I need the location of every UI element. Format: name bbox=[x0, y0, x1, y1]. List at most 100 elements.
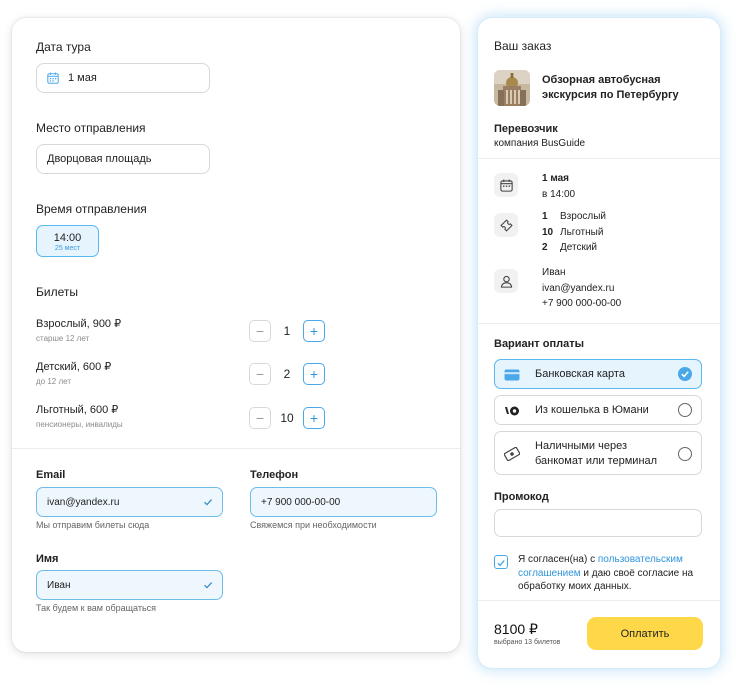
pay-button[interactable]: Оплатить bbox=[587, 617, 703, 650]
ticket-icon-box bbox=[494, 213, 518, 237]
tour-date-title: Дата тура bbox=[36, 40, 91, 54]
radio-unchecked[interactable] bbox=[678, 447, 692, 461]
check-icon bbox=[497, 560, 505, 567]
contact-email: ivan@yandex.ru bbox=[542, 282, 615, 294]
name-field[interactable]: Иван bbox=[36, 570, 223, 600]
tickets-selected-count: выбрано 13 билетов bbox=[494, 639, 561, 646]
ticket-type: Льготный bbox=[560, 226, 604, 238]
increment-button[interactable]: + bbox=[303, 363, 325, 385]
agreement-text: Я согласен(на) с пользовательским соглаш… bbox=[518, 553, 702, 594]
agree-checkbox[interactable] bbox=[494, 555, 508, 569]
user-icon bbox=[500, 275, 512, 288]
decrement-button[interactable]: − bbox=[249, 320, 271, 342]
quantity-value: 1 bbox=[283, 324, 291, 338]
increment-button[interactable]: + bbox=[303, 320, 325, 342]
order-date: 1 мая bbox=[542, 173, 570, 184]
name-hint: Так будем к вам обращаться bbox=[36, 603, 157, 613]
total-price: 8100 ₽ bbox=[494, 621, 538, 637]
booking-form-card: Дата тура 1 мая Место отправления Дворцо… bbox=[12, 18, 460, 652]
decrement-button[interactable]: − bbox=[249, 363, 271, 385]
child-quantity-stepper: − 2 + bbox=[249, 363, 325, 385]
adult-quantity-stepper: − 1 + bbox=[249, 320, 325, 342]
yoomoney-icon bbox=[505, 406, 519, 416]
payment-option-wallet[interactable]: Из кошелька в Юмани bbox=[494, 395, 702, 425]
ticket-icon bbox=[499, 218, 513, 232]
payment-option-label: Из кошелька в Юмани bbox=[535, 404, 649, 416]
time-slot-time: 14:00 bbox=[53, 232, 82, 244]
ticket-type: Взрослый bbox=[560, 211, 606, 222]
reduced-quantity-stepper: − 10 + bbox=[249, 407, 325, 429]
summary-divider bbox=[478, 323, 720, 324]
payment-option-label: Наличными через банкомат или терминал bbox=[535, 440, 658, 467]
tickets-title: Билеты bbox=[36, 285, 78, 299]
phone-hint: Свяжемся при необходимости bbox=[250, 520, 377, 530]
calendar-icon-box bbox=[494, 173, 518, 197]
tour-date-field[interactable]: 1 мая bbox=[36, 63, 210, 93]
decrement-button[interactable]: − bbox=[249, 407, 271, 429]
payment-option-card[interactable]: Банковская карта bbox=[494, 359, 702, 389]
phone-value: +7 900 000-00-00 bbox=[261, 496, 341, 508]
calendar-icon bbox=[47, 72, 59, 84]
ticket-note: до 12 лет bbox=[36, 377, 71, 386]
contact-name: Иван bbox=[542, 267, 566, 278]
tour-thumbnail bbox=[494, 70, 530, 106]
ticket-name: Взрослый, 900 ₽ bbox=[36, 318, 122, 330]
ticket-note: старше 12 лет bbox=[36, 334, 90, 343]
cash-icon bbox=[504, 447, 520, 461]
payment-title: Вариант оплаты bbox=[494, 338, 584, 350]
payment-option-cash[interactable]: Наличными через банкомат или терминал bbox=[494, 431, 702, 475]
radio-unchecked[interactable] bbox=[678, 403, 692, 417]
departure-place-field[interactable]: Дворцовая площадь bbox=[36, 144, 210, 174]
quantity-value: 2 bbox=[283, 367, 291, 381]
departure-time-title: Время отправления bbox=[36, 202, 147, 216]
radio-checked[interactable] bbox=[678, 367, 692, 381]
ticket-note: пенсионеры, инвалиды bbox=[36, 420, 123, 429]
carrier-title: Перевозчик bbox=[494, 123, 558, 135]
summary-divider bbox=[478, 158, 720, 159]
order-time: в 14:00 bbox=[542, 188, 576, 200]
ticket-count: 2 bbox=[542, 242, 548, 253]
order-contacts: Иван ivan@yandex.ru +7 900 000-00-00 bbox=[542, 265, 621, 312]
credit-card-icon bbox=[504, 369, 520, 381]
carrier-name: компания BusGuide bbox=[494, 138, 586, 149]
ticket-name: Детский, 600 ₽ bbox=[36, 361, 112, 373]
form-divider bbox=[12, 448, 460, 449]
order-tickets: 1 Взрослый 10 Льготный 2 Детский bbox=[542, 209, 606, 256]
increment-button[interactable]: + bbox=[303, 407, 325, 429]
ticket-count: 1 bbox=[542, 211, 548, 222]
check-icon bbox=[204, 499, 213, 506]
ticket-adult: Взрослый, 900 ₽ старше 12 лет bbox=[36, 317, 121, 343]
user-icon-box bbox=[494, 269, 518, 293]
order-summary-card: Ваш заказ Обзорная автобусная экскурсия … bbox=[478, 18, 720, 668]
quantity-value: 10 bbox=[280, 411, 294, 425]
phone-label: Телефон bbox=[250, 469, 299, 481]
order-title: Ваш заказ bbox=[494, 39, 552, 53]
payment-option-label: Банковская карта bbox=[535, 368, 625, 380]
contact-phone: +7 900 000-00-00 bbox=[542, 298, 622, 309]
departure-place-value: Дворцовая площадь bbox=[47, 153, 152, 165]
email-label: Email bbox=[36, 469, 66, 481]
time-slot-seats: 25 мест bbox=[54, 245, 81, 252]
email-field[interactable]: ivan@yandex.ru bbox=[36, 487, 223, 517]
ticket-child: Детский, 600 ₽ до 12 лет bbox=[36, 360, 111, 386]
name-value: Иван bbox=[47, 579, 71, 591]
phone-field[interactable]: +7 900 000-00-00 bbox=[250, 487, 437, 517]
email-value: ivan@yandex.ru bbox=[47, 496, 120, 508]
check-icon bbox=[204, 582, 213, 589]
check-icon bbox=[681, 371, 689, 378]
tour-name: Обзорная автобусная экскурсия по Петербу… bbox=[542, 74, 679, 101]
ticket-reduced: Льготный, 600 ₽ пенсионеры, инвалиды bbox=[36, 403, 123, 429]
agreement-prefix: Я согласен(на) с bbox=[518, 554, 598, 565]
name-label: Имя bbox=[36, 553, 59, 565]
ticket-count: 10 bbox=[542, 226, 554, 238]
ticket-name: Льготный, 600 ₽ bbox=[36, 404, 119, 416]
time-slot-chip[interactable]: 14:00 25 мест bbox=[36, 225, 99, 257]
ticket-type: Детский bbox=[560, 242, 598, 253]
promo-code-input[interactable] bbox=[494, 509, 702, 537]
summary-divider bbox=[478, 600, 720, 601]
promo-title: Промокод bbox=[494, 491, 549, 503]
tour-date-value: 1 мая bbox=[68, 72, 97, 84]
order-datetime: 1 мая в 14:00 bbox=[542, 171, 575, 202]
departure-place-title: Место отправления bbox=[36, 121, 146, 135]
calendar-icon bbox=[499, 179, 513, 192]
